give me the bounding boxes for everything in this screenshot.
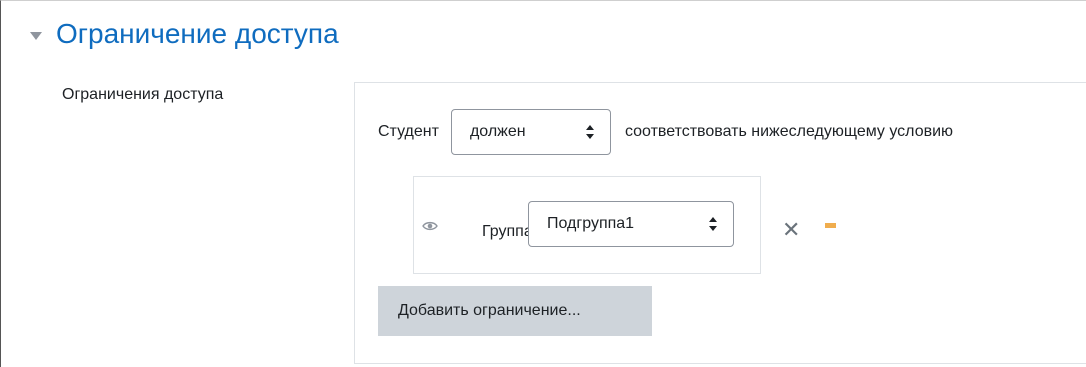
field-label: Ограничения доступа [62, 86, 224, 103]
condition-box: Группа Подгруппа1 [413, 176, 761, 274]
group-select-value: Подгруппа1 [547, 215, 635, 232]
add-restriction-button[interactable]: Добавить ограничение... [378, 286, 652, 336]
restrictions-panel: Студент должен соответствовать нижеследу… [354, 82, 1086, 364]
student-label: Студент [378, 123, 439, 140]
minus-icon[interactable] [825, 223, 836, 228]
must-select[interactable]: должен [450, 109, 611, 155]
group-select[interactable]: Подгруппа1 [528, 201, 734, 247]
collapse-toggle-icon[interactable] [30, 32, 42, 40]
section-title[interactable]: Ограничение доступа [56, 18, 339, 50]
section-header[interactable]: Ограничение доступа [30, 18, 339, 50]
eye-icon[interactable] [422, 219, 438, 237]
condition-type-label: Группа [482, 223, 533, 240]
condition-description: соответствовать нижеследующему условию [624, 123, 954, 140]
restriction-header-row: Студент должен соответствовать нижеследу… [378, 109, 953, 155]
select-arrows-icon [585, 125, 594, 139]
select-arrows-icon [709, 217, 717, 231]
close-icon[interactable]: ✕ [782, 219, 800, 241]
must-select-value: должен [469, 123, 526, 140]
